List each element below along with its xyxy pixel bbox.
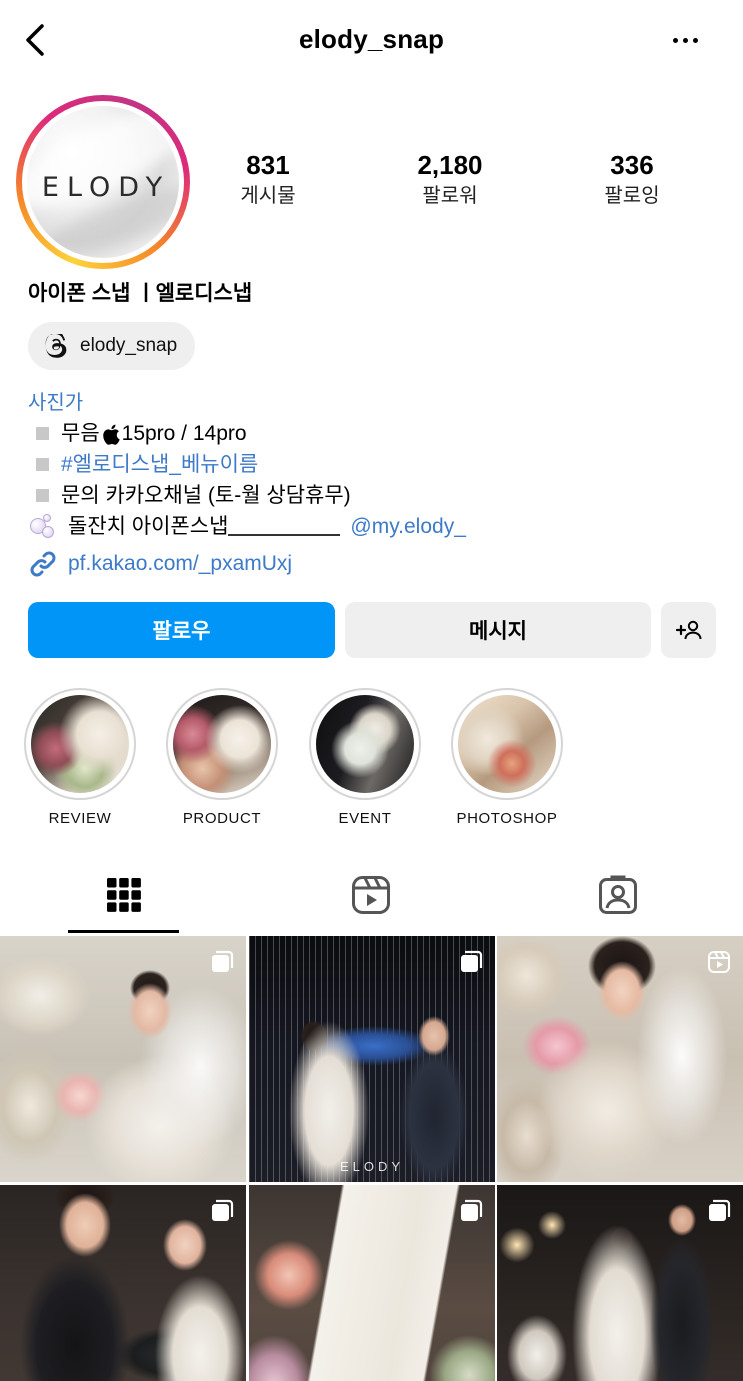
bullet-square-icon <box>36 427 49 440</box>
bullet-square-icon <box>36 489 49 502</box>
highlight-event[interactable]: EVENT <box>300 688 430 827</box>
post-tile[interactable] <box>0 936 246 1182</box>
carousel-icon <box>709 1199 731 1221</box>
profile-tabs <box>0 855 743 935</box>
suggested-users-button[interactable] <box>661 602 716 658</box>
carousel-icon <box>212 950 234 972</box>
avatar-logo-text: ELODY <box>41 172 171 203</box>
link-icon <box>30 551 56 577</box>
bullet-square-icon <box>36 458 49 471</box>
stat-posts-count: 831 <box>246 150 290 180</box>
profile-category: 사진가 <box>28 392 84 414</box>
profile-bio: 무음 15pro / 14pro #엘로디스냅_베뉴이름 문의 카카오채널 (토… <box>28 418 728 542</box>
add-user-icon <box>675 620 701 640</box>
post-tile[interactable] <box>249 1185 495 1381</box>
grid-icon <box>106 878 141 912</box>
highlight-product[interactable]: PRODUCT <box>157 688 287 827</box>
highlight-cover-image <box>173 695 271 793</box>
bio-underline-divider <box>228 518 341 536</box>
carousel-icon <box>212 1199 234 1221</box>
tagged-user-icon <box>598 875 637 914</box>
carousel-icon <box>461 1199 483 1221</box>
external-link-text: pf.kakao.com/_pxamUxj <box>68 552 293 575</box>
bio-line-1: 무음 15pro / 14pro <box>28 418 728 449</box>
highlight-label: PRODUCT <box>182 810 262 827</box>
bio-hashtag-link[interactable]: #엘로디스냅_베뉴이름 <box>61 449 258 480</box>
bubbles-emoji-icon <box>28 512 58 542</box>
carousel-icon <box>461 950 483 972</box>
profile-username-title: elody_snap <box>298 24 445 54</box>
highlight-cover-image <box>316 695 414 793</box>
bio-mention-link[interactable]: @my.elody_ <box>350 511 465 542</box>
stat-following-count: 336 <box>610 150 654 180</box>
stat-following[interactable]: 336 팔로잉 <box>552 148 712 210</box>
tab-posts[interactable] <box>0 855 247 935</box>
post-tile[interactable] <box>497 1185 743 1381</box>
highlight-photoshop[interactable]: PHOTOSHOP <box>442 688 572 827</box>
profile-external-link[interactable]: pf.kakao.com/_pxamUxj <box>28 549 292 579</box>
active-tab-indicator <box>68 930 179 933</box>
stat-followers-label: 팔로워 <box>422 185 478 207</box>
more-options-button[interactable] <box>665 28 705 52</box>
highlight-review[interactable]: REVIEW <box>15 688 145 827</box>
profile-display-name: 아이폰 스냅 ㅣ엘로디스냅 <box>28 282 253 305</box>
threads-icon <box>45 334 67 358</box>
post-tile[interactable] <box>497 936 743 1182</box>
stat-followers-count: 2,180 <box>417 150 483 180</box>
highlight-label: PHOTOSHOP <box>456 810 558 827</box>
post-watermark: ELODY <box>339 1159 405 1174</box>
avatar: ELODY <box>27 106 179 258</box>
highlight-cover-image <box>458 695 556 793</box>
stat-posts[interactable]: 831 게시물 <box>188 148 348 210</box>
highlight-label: EVENT <box>338 810 392 827</box>
message-button[interactable]: 메시지 <box>345 602 651 658</box>
reels-icon <box>708 951 730 973</box>
tab-reels[interactable] <box>247 855 494 935</box>
bio-line-4: 돌잔치 아이폰스냅 @my.elody_ <box>28 511 728 542</box>
bio-line-3: 문의 카카오채널 (토-월 상담휴무) <box>28 480 728 511</box>
follow-button[interactable]: 팔로우 <box>28 602 335 658</box>
stat-posts-label: 게시물 <box>240 185 296 207</box>
tab-tagged[interactable] <box>494 855 741 935</box>
post-tile[interactable] <box>0 1185 246 1381</box>
stat-following-label: 팔로잉 <box>604 185 660 207</box>
highlight-label: REVIEW <box>48 810 112 827</box>
more-horizontal-icon <box>672 37 678 43</box>
top-bar: elody_snap <box>0 0 743 80</box>
reels-icon <box>351 876 390 914</box>
stat-followers[interactable]: 2,180 팔로워 <box>370 148 530 210</box>
highlight-cover-image <box>31 695 129 793</box>
post-tile[interactable]: ELODY <box>249 936 495 1182</box>
apple-icon <box>102 424 120 445</box>
threads-badge[interactable]: elody_snap <box>28 322 196 370</box>
bio-line-2: #엘로디스냅_베뉴이름 <box>28 449 728 480</box>
threads-handle: elody_snap <box>80 335 178 356</box>
profile-avatar-story-ring[interactable]: ELODY <box>16 95 190 269</box>
